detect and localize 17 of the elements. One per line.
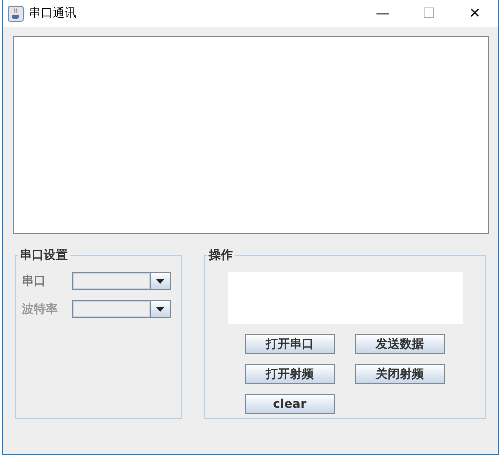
- dropdown[interactable]: [72, 300, 171, 318]
- action-button[interactable]: 打开射频: [245, 364, 335, 384]
- action-button[interactable]: 发送数据: [355, 334, 445, 354]
- window-title: 串口通讯: [29, 5, 77, 22]
- cup-icon: [8, 6, 24, 22]
- caret-icon: [156, 278, 165, 284]
- field-label: 串口: [22, 272, 47, 290]
- field-label: 波特率: [22, 300, 59, 318]
- minimize-button[interactable]: —: [360, 6, 406, 22]
- panel-title: 串口设置: [19, 247, 69, 264]
- dropdown[interactable]: [72, 272, 171, 290]
- close-button[interactable]: ✕: [452, 6, 498, 22]
- action-button[interactable]: clear: [245, 394, 335, 414]
- action-button[interactable]: 关闭射频: [355, 364, 445, 384]
- panel-title: 操作: [208, 247, 234, 264]
- caret-icon: [156, 306, 165, 312]
- action-button[interactable]: 打开串口: [245, 334, 335, 354]
